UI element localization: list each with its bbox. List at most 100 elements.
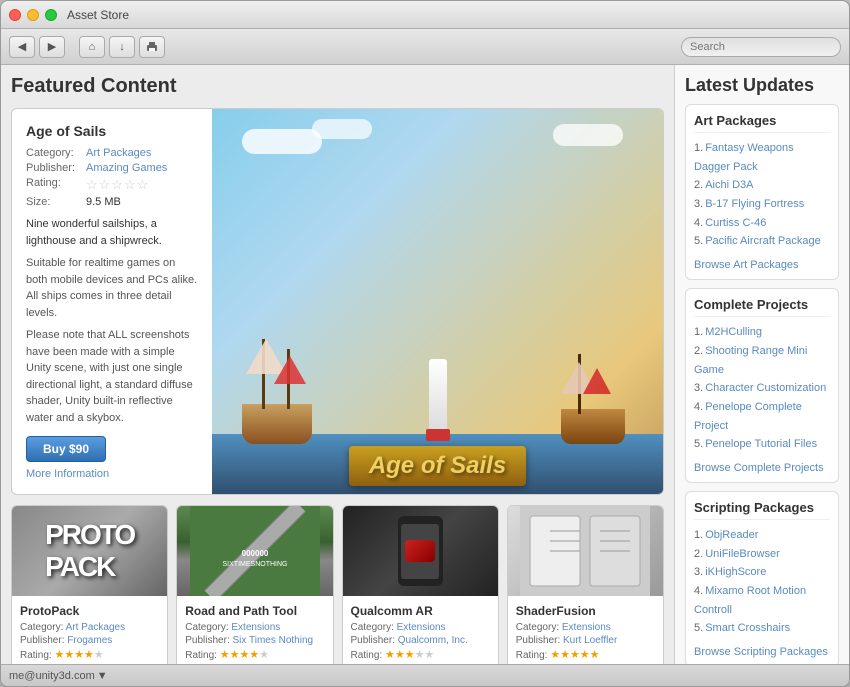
publisher-value[interactable]: Amazing Games <box>86 162 167 174</box>
protopack-rating-label: Rating: <box>20 650 52 661</box>
ar-rating-label: Rating: <box>351 650 383 661</box>
complete-projects-list: 1.M2HCulling 2.Shooting Range Mini Game … <box>694 323 830 454</box>
road-name: Road and Path Tool <box>185 604 324 618</box>
maximize-button[interactable] <box>45 9 57 21</box>
ar-cat-label: Category: <box>351 622 394 633</box>
thumb-img-shader <box>508 506 663 596</box>
close-button[interactable] <box>9 9 21 21</box>
ar-publisher: Publisher: Qualcomm, Inc. <box>351 635 490 646</box>
road-pub-value[interactable]: Six Times Nothing <box>233 635 314 646</box>
browse-complete-projects-link[interactable]: Browse Complete Projects <box>694 462 824 474</box>
thumb-info-ar: Qualcomm AR Category: Extensions Publish… <box>343 596 498 664</box>
road-stars-empty: ★ <box>259 649 269 661</box>
protopack-cat-value[interactable]: Art Packages <box>66 622 125 633</box>
protopack-rating: Rating: ★★★★★ <box>20 648 159 661</box>
ar-stars-empty: ★★ <box>415 649 435 661</box>
home-button[interactable]: ⌂ <box>79 36 105 58</box>
hero-content: Age of Sails Category: Art Packages Publ… <box>12 109 663 494</box>
minimize-button[interactable] <box>27 9 39 21</box>
search-input[interactable] <box>690 41 832 53</box>
shader-pub-value[interactable]: Kurt Loeffler <box>563 635 617 646</box>
hero-more-info-link[interactable]: More Information <box>26 468 198 480</box>
phone-screen <box>401 524 439 579</box>
road-publisher: Publisher: Six Times Nothing <box>185 635 324 646</box>
ship1 <box>232 344 322 444</box>
list-item[interactable]: 4.Curtiss C-46 <box>694 214 830 233</box>
list-item[interactable]: 5.Penelope Tutorial Files <box>694 435 830 454</box>
ar-stars: ★★★ <box>385 649 415 661</box>
list-item[interactable]: 2.UniFileBrowser <box>694 545 830 564</box>
hero-desc2: Suitable for realtime games on both mobi… <box>26 255 198 321</box>
right-panel: Latest Updates Art Packages 1.Fantasy We… <box>674 65 849 664</box>
thumb-img-ar <box>343 506 498 596</box>
thumb-card-shader: ShaderFusion Category: Extensions Publis… <box>507 505 664 664</box>
protopack-cat-label: Category: <box>20 622 63 633</box>
download-button[interactable]: ↓ <box>109 36 135 58</box>
shader-stars: ★★★★★ <box>550 649 599 661</box>
shader-preview <box>520 506 650 596</box>
thumb-info-protopack: ProtoPack Category: Art Packages Publish… <box>12 596 167 664</box>
rating-row: Rating: ☆☆☆☆☆ <box>26 177 198 193</box>
hero-title: Age of Sails <box>26 123 198 139</box>
cloud1 <box>242 129 322 154</box>
list-item[interactable]: 4.Mixamo Root Motion Controll <box>694 582 830 619</box>
list-item[interactable]: 3.B-17 Flying Fortress <box>694 195 830 214</box>
ar-cat-value[interactable]: Extensions <box>397 622 446 633</box>
phone-car <box>405 540 435 562</box>
toolbar: ◀ ▶ ⌂ ↓ <box>1 29 849 65</box>
shader-cat-label: Category: <box>516 622 559 633</box>
list-item[interactable]: 2.Shooting Range Mini Game <box>694 342 830 379</box>
list-item[interactable]: 1.ObjReader <box>694 526 830 545</box>
featured-section-title: Featured Content <box>11 75 664 98</box>
print-button[interactable] <box>139 36 165 58</box>
thumbnail-grid: PROTOPACK ProtoPack Category: Art Packag… <box>11 505 664 664</box>
hero-image-bg: Age of Sails <box>212 109 663 494</box>
list-item[interactable]: 5.Pacific Aircraft Package <box>694 232 830 251</box>
shader-category: Category: Extensions <box>516 622 655 633</box>
list-item[interactable]: 3.iKHighScore <box>694 563 830 582</box>
svg-text:SIXTIMESNOTHING: SIXTIMESNOTHING <box>222 561 287 568</box>
window-title: Asset Store <box>67 8 841 22</box>
list-item[interactable]: 5.Smart Crosshairs <box>694 619 830 638</box>
thumb-card-protopack: PROTOPACK ProtoPack Category: Art Packag… <box>11 505 168 664</box>
size-value: 9.5 MB <box>86 196 121 208</box>
shader-cat-value[interactable]: Extensions <box>562 622 611 633</box>
search-bar[interactable] <box>681 37 841 57</box>
ar-pub-value[interactable]: Qualcomm, Inc. <box>398 635 468 646</box>
content-area: Featured Content Age of Sails Category: … <box>1 65 849 664</box>
scripting-packages-title: Scripting Packages <box>694 500 830 520</box>
thumb-card-ar: Qualcomm AR Category: Extensions Publish… <box>342 505 499 664</box>
back-button[interactable]: ◀ <box>9 36 35 58</box>
browse-art-packages-link[interactable]: Browse Art Packages <box>694 259 799 271</box>
protopack-pub-value[interactable]: Frogames <box>67 635 112 646</box>
road-pub-label: Publisher: <box>185 635 229 646</box>
list-item[interactable]: 2.Aichi D3A <box>694 176 830 195</box>
scripting-packages-list: 1.ObjReader 2.UniFileBrowser 3.iKHighSco… <box>694 526 830 638</box>
complete-projects-section: Complete Projects 1.M2HCulling 2.Shootin… <box>685 288 839 483</box>
complete-projects-title: Complete Projects <box>694 297 830 317</box>
road-cat-label: Category: <box>185 622 228 633</box>
browse-scripting-packages-link[interactable]: Browse Scripting Packages <box>694 646 828 658</box>
proto-pack-logo: PROTOPACK <box>45 519 134 583</box>
list-item[interactable]: 1.M2HCulling <box>694 323 830 342</box>
ship2 <box>553 354 633 444</box>
art-packages-list: 1.Fantasy Weapons Dagger Pack 2.Aichi D3… <box>694 139 830 251</box>
protopack-pub-label: Publisher: <box>20 635 64 646</box>
forward-button[interactable]: ▶ <box>39 36 65 58</box>
banner-overlay: Age of Sails <box>212 438 663 494</box>
ar-rating: Rating: ★★★★★ <box>351 648 490 661</box>
road-cat-value[interactable]: Extensions <box>231 622 280 633</box>
status-email[interactable]: me@unity3d.com <box>9 670 95 682</box>
buy-button[interactable]: Buy $90 <box>26 436 106 462</box>
shader-rating: Rating: ★★★★★ <box>516 648 655 661</box>
protopack-category: Category: Art Packages <box>20 622 159 633</box>
thumb-info-shader: ShaderFusion Category: Extensions Publis… <box>508 596 663 664</box>
list-item[interactable]: 3.Character Customization <box>694 379 830 398</box>
category-value[interactable]: Art Packages <box>86 147 151 159</box>
ar-pub-label: Publisher: <box>351 635 395 646</box>
list-item[interactable]: 4.Penelope Complete Project <box>694 398 830 435</box>
statusbar: me@unity3d.com ▼ <box>1 664 849 686</box>
list-item[interactable]: 1.Fantasy Weapons Dagger Pack <box>694 139 830 176</box>
status-dropdown-arrow[interactable]: ▼ <box>97 670 108 682</box>
cloud2 <box>312 119 372 139</box>
